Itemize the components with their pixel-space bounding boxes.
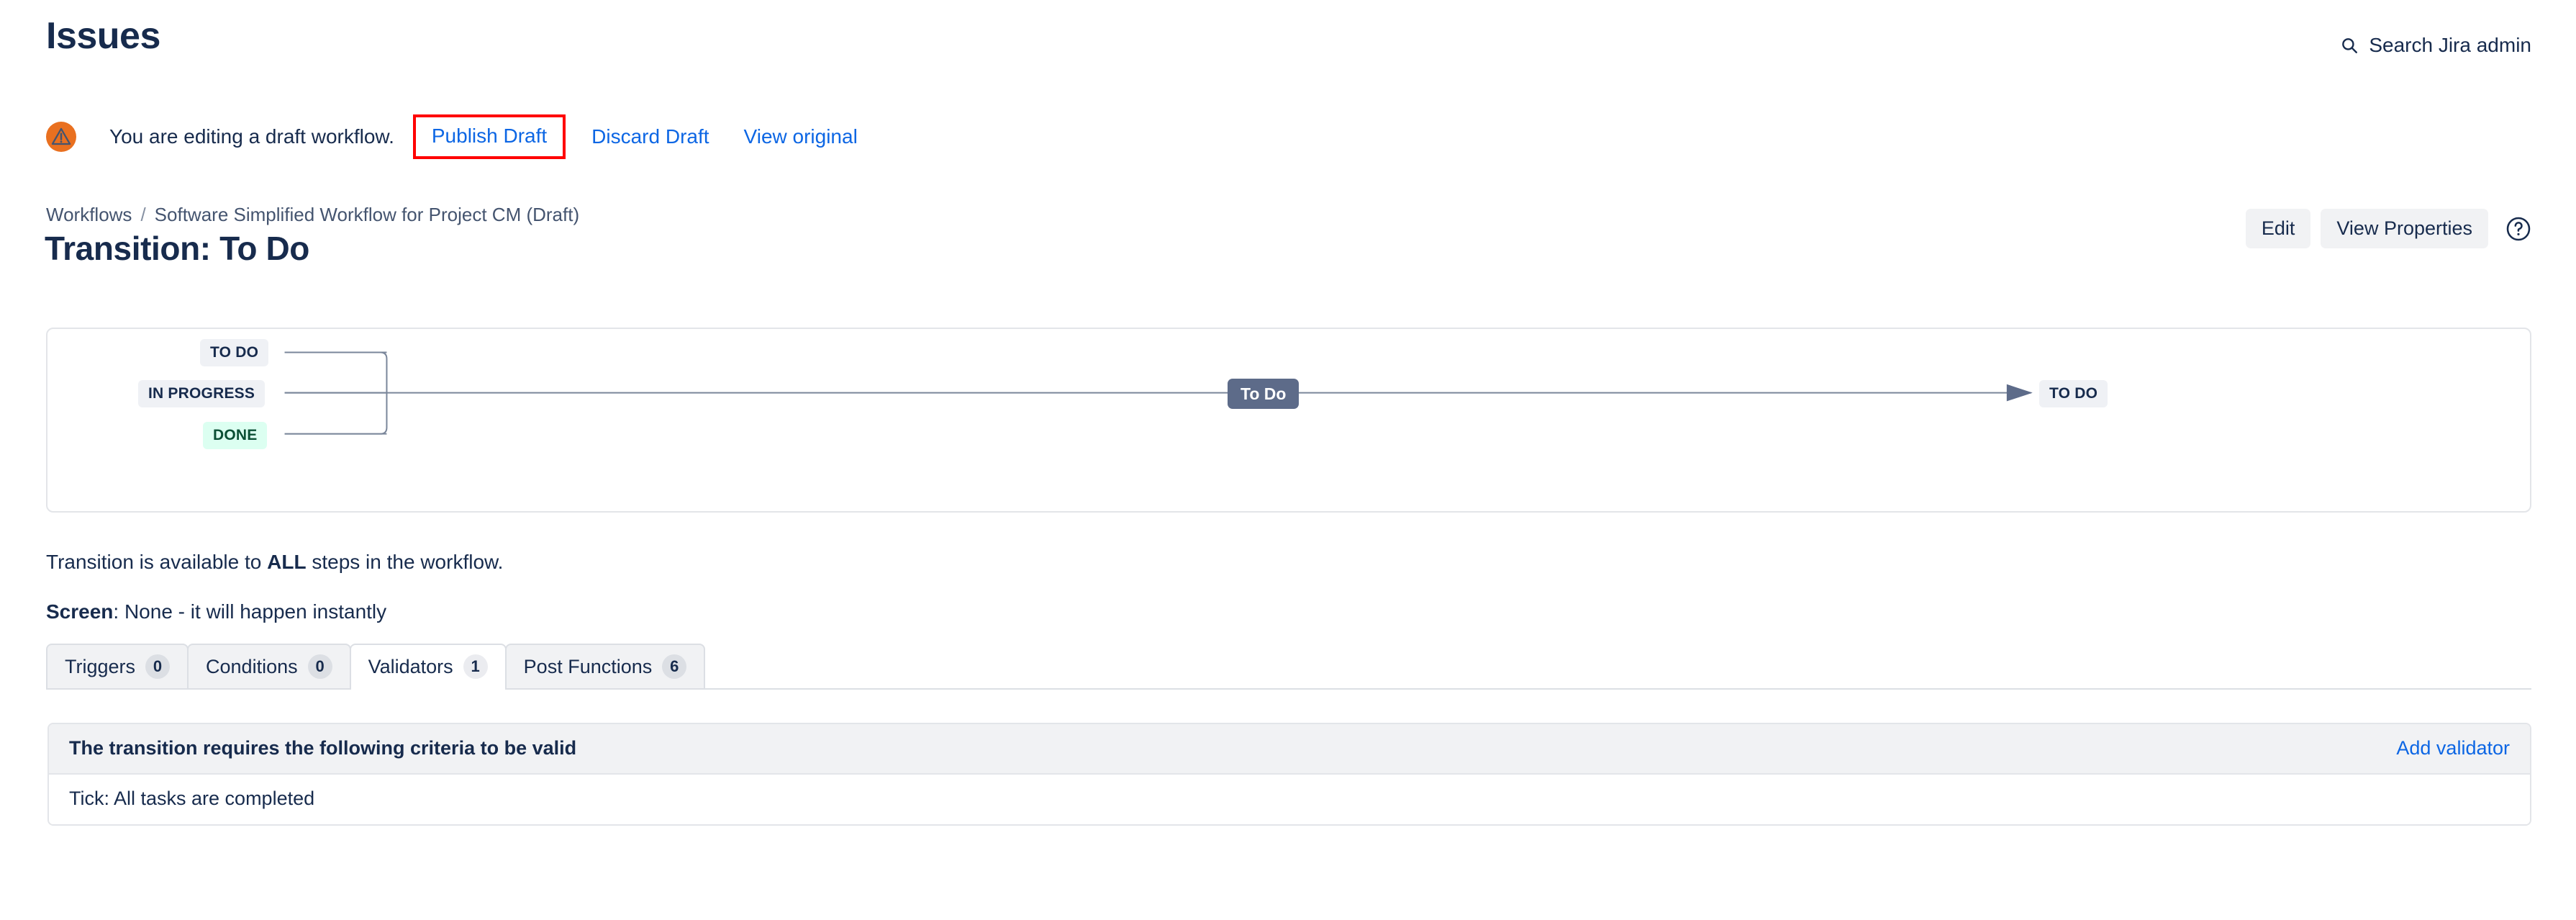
draft-actions: Publish Draft Discard Draft View origina…: [394, 114, 858, 159]
breadcrumb-current[interactable]: Software Simplified Workflow for Project…: [155, 204, 579, 226]
tab-conditions[interactable]: Conditions 0: [187, 644, 351, 688]
tab-post-functions-label: Post Functions: [523, 655, 653, 677]
tab-validators-label: Validators: [368, 655, 453, 677]
diagram-lines: [284, 351, 2033, 435]
validators-panel: The transition requires the following cr…: [47, 723, 2531, 826]
tab-triggers[interactable]: Triggers 0: [46, 644, 189, 688]
availability-strong: ALL: [267, 551, 307, 573]
validators-panel-header: The transition requires the following cr…: [49, 724, 2530, 775]
view-original-link[interactable]: View original: [744, 125, 858, 148]
tab-triggers-label: Triggers: [65, 655, 136, 677]
title-actions: Edit View Properties: [2245, 209, 2531, 249]
tab-conditions-label: Conditions: [206, 655, 298, 677]
help-circle-icon[interactable]: [2498, 216, 2531, 242]
transition-screen: Screen: None - it will happen instantly: [46, 600, 386, 623]
page-title: Issues: [46, 15, 160, 57]
edit-button[interactable]: Edit: [2245, 209, 2311, 249]
tab-validators[interactable]: Validators 1: [349, 644, 507, 690]
diagram-status-done: DONE: [203, 422, 268, 449]
search-icon: [2340, 36, 2359, 55]
draft-banner: You are editing a draft workflow. Publis…: [46, 112, 858, 162]
admin-page: Issues Search Jira admin You are editing…: [0, 0, 2576, 920]
screen-value: : None - it will happen instantly: [113, 600, 387, 623]
breadcrumb-separator: /: [140, 204, 146, 225]
add-validator-link[interactable]: Add validator: [2396, 737, 2510, 759]
publish-draft-link[interactable]: Publish Draft: [432, 125, 547, 148]
transition-availability: Transition is available to ALL steps in …: [46, 551, 503, 574]
search-jira-admin-label: Search Jira admin: [2369, 34, 2531, 56]
tab-triggers-count: 0: [145, 654, 171, 679]
tab-validators-count: 1: [463, 654, 488, 679]
diagram-status-todo: TO DO: [200, 339, 269, 366]
screen-label: Screen: [46, 600, 114, 623]
discard-draft-link[interactable]: Discard Draft: [591, 125, 709, 148]
publish-draft-highlight: Publish Draft: [412, 114, 566, 159]
validator-row: Tick: All tasks are completed: [49, 775, 2530, 824]
tab-post-functions-count: 6: [662, 654, 687, 679]
availability-prefix: Transition is available to: [46, 551, 268, 573]
tab-conditions-count: 0: [307, 654, 332, 679]
search-jira-admin[interactable]: Search Jira admin: [2340, 34, 2531, 57]
breadcrumb-workflows[interactable]: Workflows: [46, 204, 132, 226]
diagram-target-status-todo: TO DO: [2039, 380, 2108, 407]
workflow-diagram: TO DO IN PROGRESS DONE To Do TO DO: [46, 328, 2531, 513]
view-properties-button[interactable]: View Properties: [2321, 209, 2488, 249]
warning-icon: [46, 122, 76, 152]
diagram-status-in-progress: IN PROGRESS: [138, 380, 266, 407]
draft-message: You are editing a draft workflow.: [109, 125, 394, 148]
tab-post-functions[interactable]: Post Functions 6: [504, 644, 706, 688]
transition-tabs: Triggers 0 Conditions 0 Validators 1 Pos…: [46, 644, 2531, 690]
validators-panel-title: The transition requires the following cr…: [69, 737, 577, 759]
diagram-transition-label: To Do: [1228, 379, 1300, 409]
transition-title: Transition: To Do: [45, 230, 309, 267]
breadcrumb: Workflows / Software Simplified Workflow…: [46, 204, 579, 226]
availability-suffix: steps in the workflow.: [306, 551, 504, 573]
